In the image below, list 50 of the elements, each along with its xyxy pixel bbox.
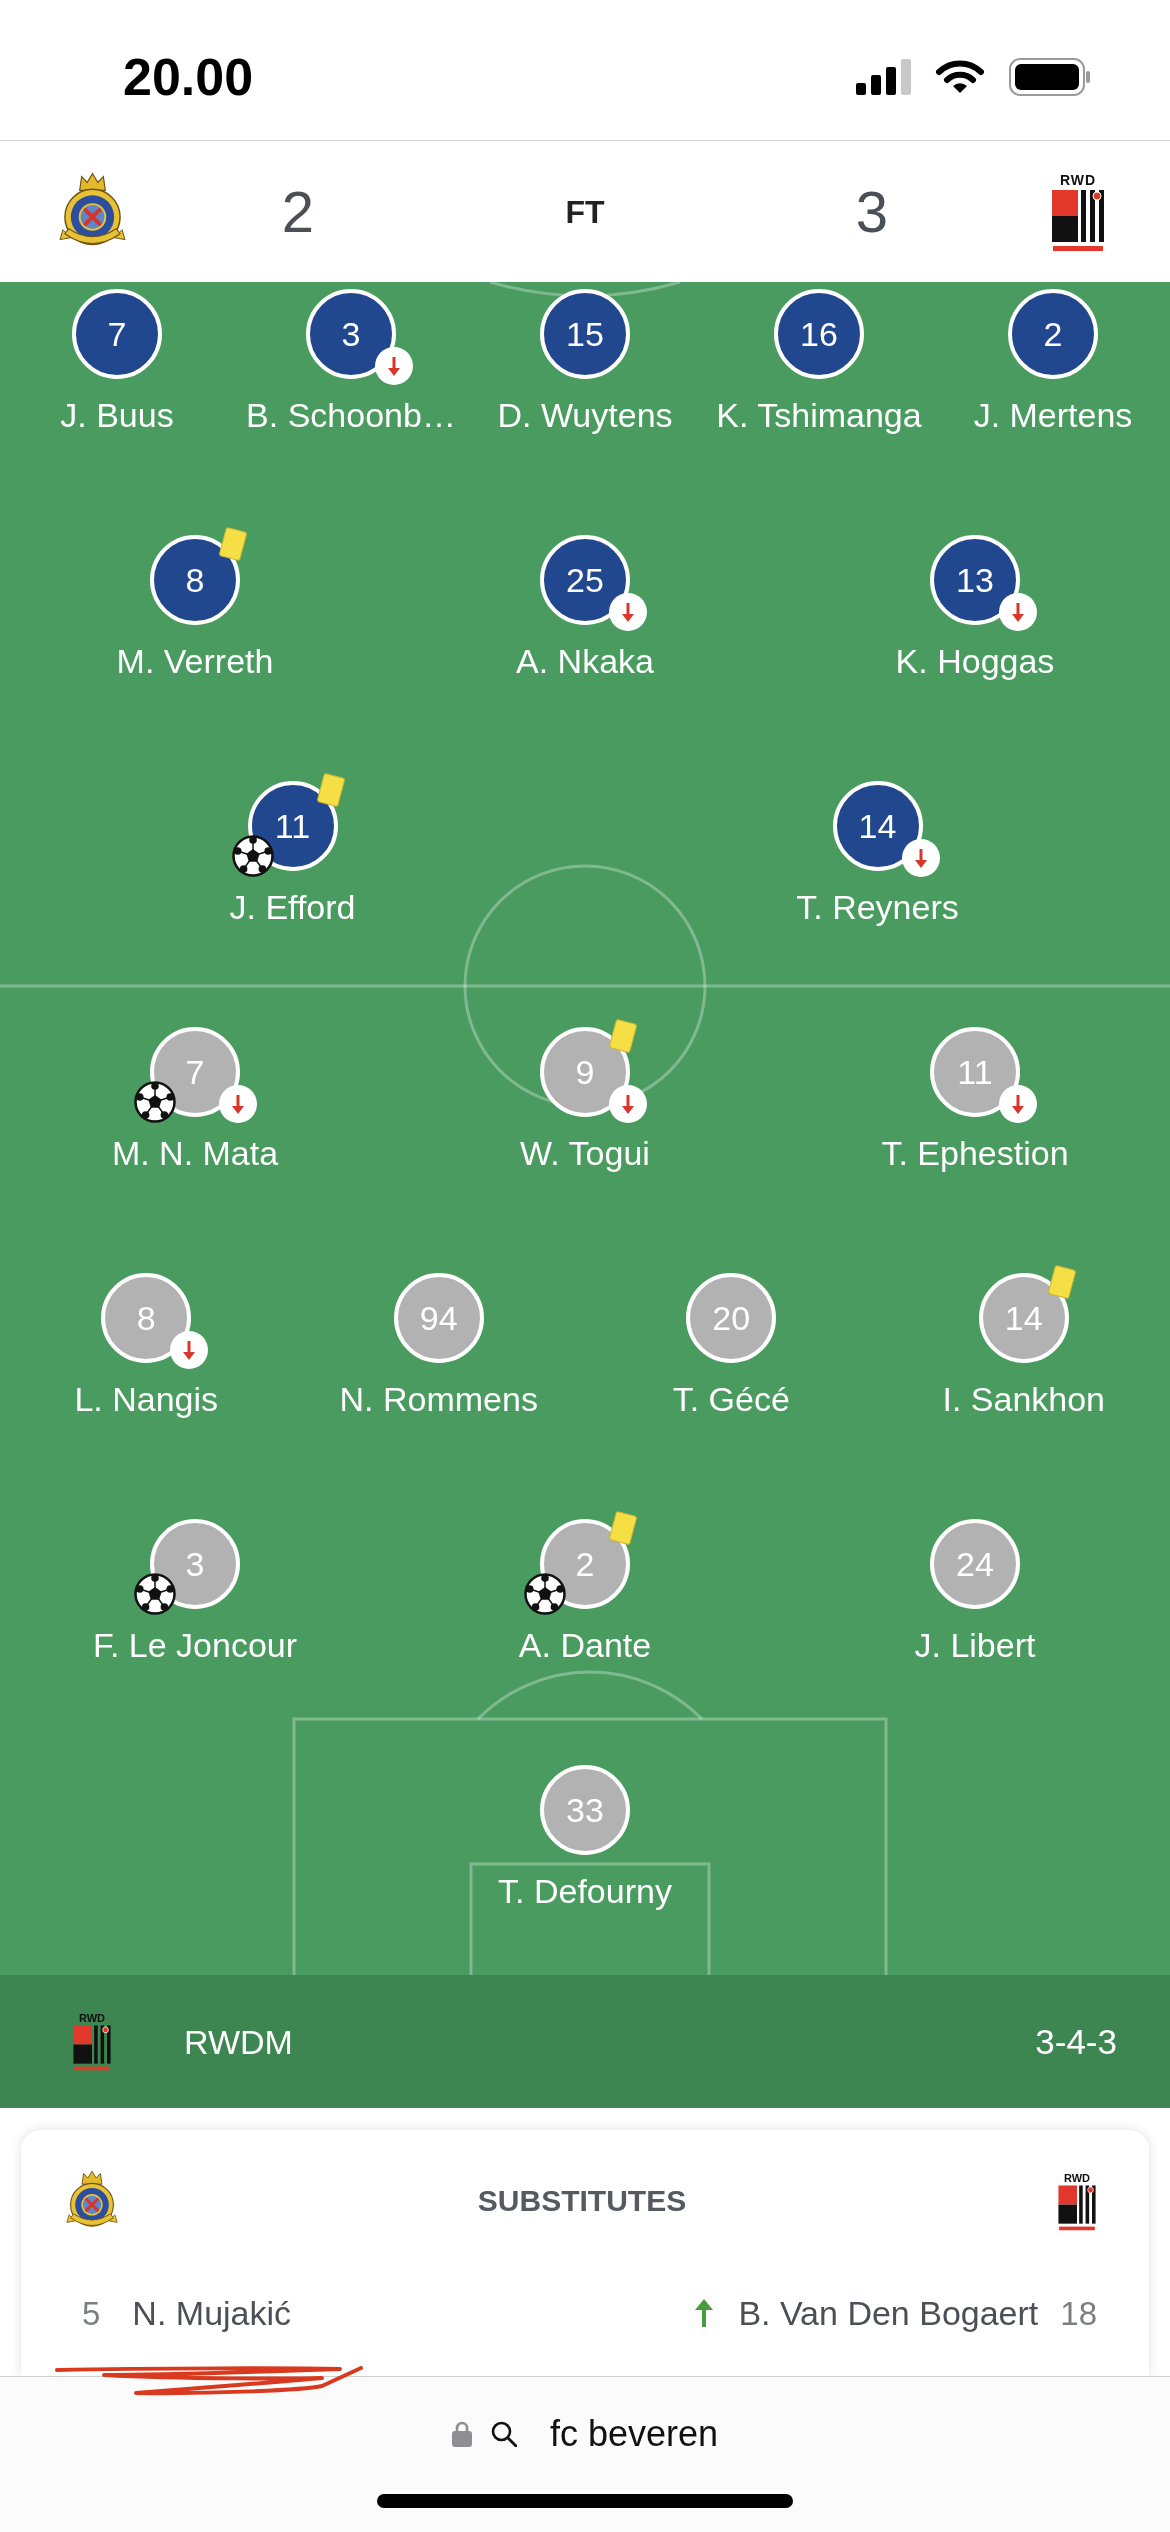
player-number[interactable]: 8	[150, 535, 240, 625]
player-number: 5	[82, 2296, 101, 2330]
player-number[interactable]: 13	[930, 535, 1020, 625]
lock-icon	[451, 2421, 472, 2447]
player-name: W. Togui	[520, 1133, 650, 1173]
player-name: M. Verreth	[116, 641, 274, 681]
player-name: I. Sankhon	[942, 1379, 1106, 1419]
player-name: T. Defourny	[498, 1871, 672, 1911]
player-name: T. Reyners	[796, 887, 959, 927]
player-number[interactable]: 15	[540, 289, 630, 379]
team-name: RWDM	[184, 2024, 293, 2059]
player-name: K. Tshimanga	[716, 395, 922, 435]
player-name: A. Dante	[518, 1625, 652, 1665]
home-score: 2	[281, 182, 315, 241]
player-name: J. Mertens	[973, 395, 1133, 435]
player-name: J. Buus	[60, 395, 174, 435]
player-name: K. Hoggas	[895, 641, 1055, 681]
player-name: M. N. Mata	[111, 1133, 279, 1173]
player-name: T. Ephestion	[881, 1133, 1069, 1173]
player-name: N. Rommens	[339, 1379, 538, 1419]
player-name[interactable]: B. Van Den Bogaert	[738, 2296, 1039, 2330]
player-name: L. Nangis	[74, 1379, 219, 1419]
search-icon	[490, 2421, 517, 2447]
player-number[interactable]: 3	[306, 289, 396, 379]
team-logo: RWD	[71, 2012, 113, 2071]
team-logo: RWD	[1056, 2171, 1098, 2231]
player-name: J. Libert	[914, 1625, 1036, 1665]
away-score: 3	[855, 182, 889, 241]
formation: 3-4-3	[1035, 2024, 1117, 2059]
match-status: FT	[565, 195, 605, 228]
player-number[interactable]: 7	[72, 289, 162, 379]
player-number[interactable]: 25	[540, 535, 630, 625]
player-number[interactable]: 2	[1008, 289, 1098, 379]
player-name: F. Le Joncour	[92, 1625, 298, 1665]
battery-icon	[1009, 58, 1091, 96]
player-name: D. Wuytens	[497, 395, 673, 435]
status-time: 20.00	[123, 51, 254, 103]
player-name: J. Efford	[229, 887, 356, 927]
player-number: 18	[1060, 2296, 1097, 2330]
team-logo: RWD	[1050, 171, 1106, 252]
address-bar[interactable]: fc beveren	[451, 2412, 719, 2456]
player-name: B. Schoonb…	[246, 395, 456, 435]
player-name[interactable]: N. Mujakić	[132, 2296, 292, 2330]
player-number[interactable]: 14	[832, 781, 923, 871]
player-number[interactable]: 16	[774, 289, 864, 379]
signal-icon	[856, 59, 911, 95]
substitutes-title: SUBSTITUTES	[477, 2186, 687, 2216]
wifi-icon	[935, 59, 985, 95]
player-name: A. Nkaka	[516, 641, 654, 681]
player-name: T. Gécé	[672, 1379, 790, 1419]
